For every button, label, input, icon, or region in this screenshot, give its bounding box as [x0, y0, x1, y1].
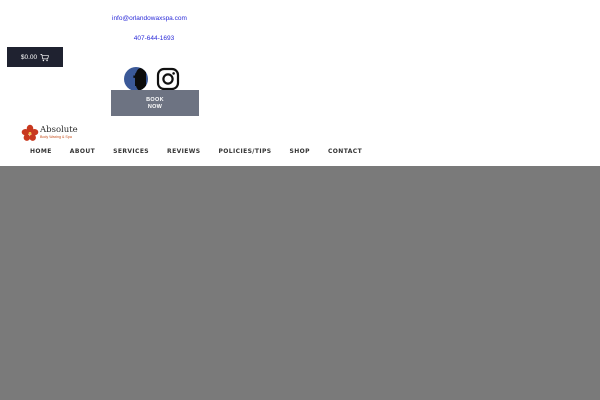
logo-name: Absolute — [40, 125, 78, 136]
cart-button[interactable]: $0.00 — [7, 47, 63, 67]
cart-total: $0.00 — [20, 53, 38, 61]
email-link[interactable]: info@orlandowaxspa.com — [112, 15, 187, 22]
nav-item-reviews[interactable]: REVIEWS — [167, 148, 200, 155]
nav-item-policies-tips[interactable]: POLICIES/TIPS — [218, 148, 271, 155]
hero-section — [0, 166, 600, 400]
book-now-button[interactable]: BOOK NOW — [111, 90, 199, 116]
nav-item-about[interactable]: ABOUT — [70, 148, 95, 155]
facebook-icon[interactable]: f — [124, 67, 148, 91]
nav-item-shop[interactable]: SHOP — [290, 148, 310, 155]
nav-item-contact[interactable]: CONTACT — [328, 148, 362, 155]
main-nav: HOME ABOUT SERVICES REVIEWS POLICIES/TIP… — [30, 148, 362, 155]
facebook-icon-glyph: f — [133, 69, 142, 91]
phone-link[interactable]: 407-644-1693 — [133, 35, 175, 42]
site-logo[interactable]: Absolute Body Waxing & Spa — [21, 122, 81, 144]
hibiscus-icon — [21, 124, 39, 141]
logo-tagline: Body Waxing & Spa — [40, 134, 72, 139]
cart-icon — [40, 53, 50, 61]
book-now-line2: NOW — [147, 103, 163, 110]
nav-item-home[interactable]: HOME — [30, 148, 52, 155]
instagram-icon[interactable] — [156, 67, 180, 91]
nav-item-services[interactable]: SERVICES — [113, 148, 149, 155]
